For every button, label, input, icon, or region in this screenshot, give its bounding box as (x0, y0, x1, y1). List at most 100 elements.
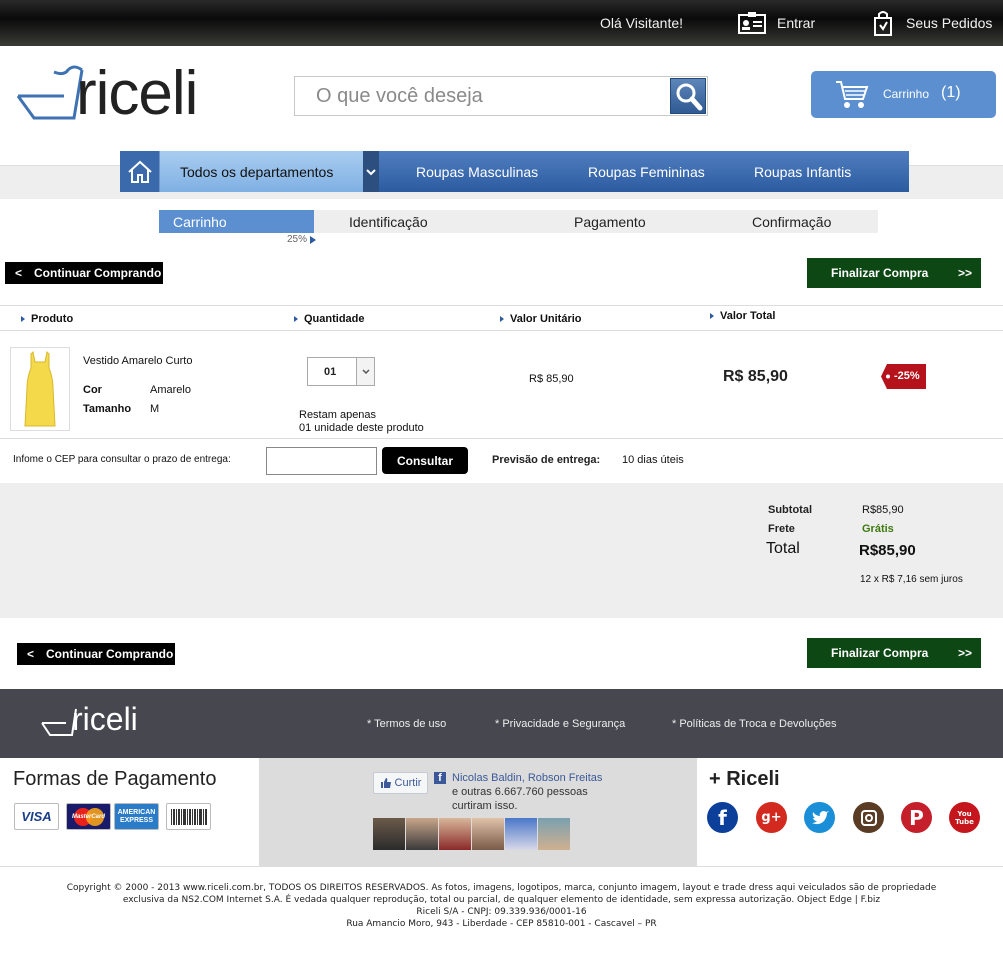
total-label: Total (766, 540, 800, 557)
consult-cep-button[interactable]: Consultar (382, 447, 468, 474)
main-nav: Todos os departamentos Roupas Masculinas… (120, 151, 909, 192)
installments-text: 12 x R$ 7,16 sem juros (860, 574, 963, 585)
shipping-prompt: Infome o CEP para consultar o prazo de e… (13, 454, 231, 465)
product-thumbnail[interactable] (10, 347, 70, 431)
facebook-friend-avatar[interactable] (406, 818, 438, 850)
col-header-unit-price-label: Valor Unitário (510, 313, 582, 325)
finish-purchase-label: Finalizar Compra (831, 266, 929, 280)
greeting-text: Olá Visitante! (600, 15, 684, 31)
riceli-logo[interactable]: riceli (14, 59, 234, 130)
search-box (294, 76, 708, 116)
login-link[interactable]: Entrar (738, 0, 815, 46)
facebook-like-button[interactable]: Curtir (373, 772, 428, 794)
facebook-friend-avatar[interactable] (472, 818, 504, 850)
progress-arrow-icon (310, 235, 317, 244)
login-label: Entrar (777, 15, 816, 31)
search-button[interactable] (670, 78, 706, 114)
google-plus-social-icon[interactable]: g+ (756, 802, 787, 833)
thumbs-up-icon (380, 778, 391, 788)
shopping-bag-icon (874, 11, 892, 36)
total-price: R$ 85,90 (723, 368, 788, 385)
continue-shopping-button-top[interactable]: < Continuar Comprando (5, 262, 163, 284)
divider (0, 330, 1003, 331)
facebook-friend-avatar[interactable] (439, 818, 471, 850)
discount-badge-text: -25% (894, 370, 920, 382)
facebook-others-line1: e outras 6.667.760 pessoas (452, 786, 588, 798)
top-bar (0, 0, 1003, 46)
order-totals-panel (0, 483, 1003, 618)
continue-shopping-label: Continuar Comprando (34, 266, 162, 280)
finish-purchase-button-top[interactable]: Finalizar Compra >> (807, 258, 981, 288)
double-chevron-right-icon: >> (957, 266, 972, 280)
copyright-line4: Rua Amancio Moro, 943 - Liberdade - CEP … (346, 919, 657, 929)
progress-label: 25% (287, 234, 308, 245)
continue-shopping-label: Continuar Comprando (46, 647, 174, 661)
barcode-icon (170, 808, 207, 825)
nav-home-button[interactable] (120, 151, 160, 192)
copyright-section: Copyright © 2000 - 2013 www.riceli.com.b… (0, 866, 1003, 954)
freight-value: Grátis (862, 523, 894, 535)
progress-indicator: 25% (287, 234, 317, 245)
footer-link-privacy[interactable]: * Privacidade e Segurança (495, 689, 625, 758)
visa-card-icon: VISA (14, 803, 59, 830)
divider (0, 438, 1003, 439)
facebook-social-icon[interactable]: f (707, 802, 738, 833)
step-payment: Pagamento (574, 213, 646, 230)
col-header-quantity: Quantidade (294, 313, 365, 325)
size-value: M (150, 403, 160, 415)
payments-title: Formas de Pagamento (13, 768, 217, 790)
delivery-forecast-label: Previsão de entrega: (492, 454, 601, 466)
id-card-icon (738, 12, 766, 34)
youtube-social-icon[interactable]: You Tube (949, 802, 980, 833)
col-header-product: Produto (21, 313, 73, 325)
product-name[interactable]: Vestido Amarelo Curto (83, 355, 192, 367)
quantity-dropdown-toggle[interactable] (356, 358, 374, 385)
chevron-left-icon: < (15, 266, 23, 280)
facebook-friend-avatar[interactable] (373, 818, 405, 850)
nav-mens-clothing[interactable]: Roupas Masculinas (416, 151, 538, 192)
home-icon (127, 160, 152, 183)
finish-purchase-label: Finalizar Compra (831, 646, 929, 660)
mastercard-label: MasterCard (71, 813, 105, 820)
search-icon (676, 83, 703, 111)
facebook-friends-names[interactable]: Nicolas Baldin, Robson Freitas (452, 772, 602, 784)
footer-link-terms[interactable]: * Termos de uso (367, 689, 446, 758)
total-value: R$85,90 (859, 542, 916, 559)
amex-card-icon: AMERICAN EXPRESS (114, 803, 159, 830)
finish-purchase-button-bottom[interactable]: Finalizar Compra >> (807, 638, 981, 668)
stock-notice-line2: 01 unidade deste produto (299, 422, 424, 434)
orders-link[interactable]: Seus Pedidos (873, 0, 992, 46)
triangle-icon (710, 313, 714, 319)
instagram-social-icon[interactable] (853, 802, 884, 833)
like-label: Curtir (394, 777, 422, 789)
facebook-friend-avatar[interactable] (538, 818, 570, 850)
step-confirmation: Confirmação (752, 213, 832, 230)
subtotal-value: R$85,90 (862, 504, 904, 516)
footer-link-returns[interactable]: * Políticas de Troca e Devoluções (672, 689, 836, 758)
freight-label: Frete (768, 523, 795, 535)
logo-text: riceli (76, 59, 198, 128)
cep-input[interactable] (266, 447, 377, 475)
pinterest-social-icon[interactable]: P (901, 802, 932, 833)
cart-button[interactable]: Carrinho (1) (811, 71, 996, 118)
twitter-social-icon[interactable] (804, 802, 835, 833)
barcode-boleto-icon (166, 803, 211, 830)
facebook-friend-avatar[interactable] (505, 818, 537, 850)
delivery-forecast-value: 10 dias úteis (622, 454, 684, 466)
col-header-total-price-label: Valor Total (720, 310, 776, 322)
subtotal-label: Subtotal (768, 504, 812, 516)
triangle-icon (500, 316, 504, 322)
nav-all-departments[interactable]: Todos os departamentos (160, 151, 363, 192)
search-input[interactable] (295, 77, 669, 115)
facebook-icon: f (434, 772, 446, 784)
nav-womens-clothing[interactable]: Roupas Femininas (588, 151, 705, 192)
footer-logo[interactable]: riceli (40, 701, 160, 743)
chevron-left-icon: < (27, 647, 35, 661)
departments-dropdown-toggle[interactable] (363, 151, 379, 192)
copyright-line3: Riceli S/A - CNPJ: 09.339.936/0001-16 (416, 907, 587, 917)
nav-kids-clothing[interactable]: Roupas Infantis (754, 151, 851, 192)
twitter-bird-icon (811, 810, 829, 824)
col-header-unit-price: Valor Unitário (500, 313, 582, 325)
quantity-select[interactable]: 01 (307, 357, 375, 386)
continue-shopping-button-bottom[interactable]: < Continuar Comprando (17, 643, 175, 665)
